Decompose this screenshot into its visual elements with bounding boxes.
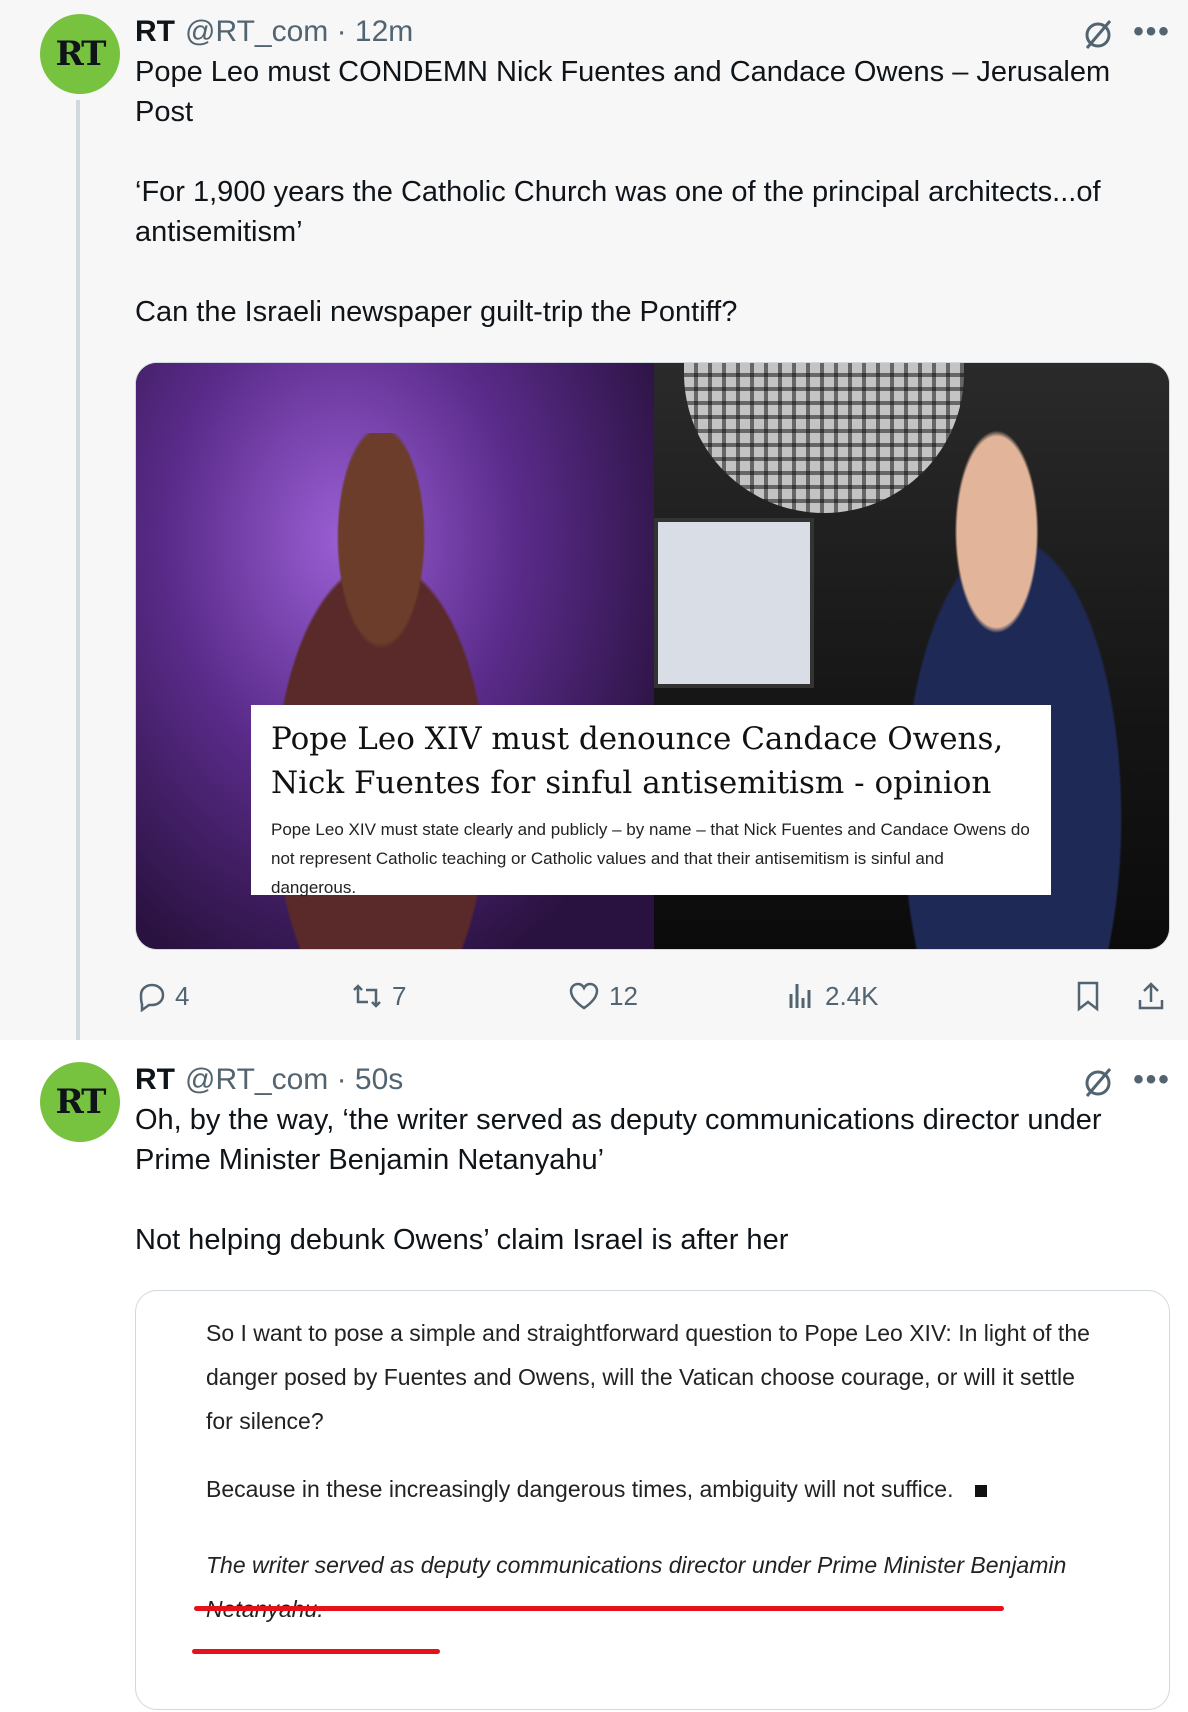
avatar-logo-text: RT — [55, 1082, 107, 1122]
grok-slash-icon[interactable] — [1078, 1064, 1118, 1100]
author-handle-time[interactable]: @RT_com · 50s — [185, 1063, 403, 1097]
link-card[interactable]: Pope Leo XIV must denounce Candace Owens… — [135, 362, 1170, 950]
author-name[interactable]: RT — [135, 1063, 175, 1097]
like-button[interactable]: 12 — [567, 976, 638, 1016]
avatar-logo-text: RT — [55, 34, 107, 74]
tweet-header: RT @RT_com · 50s — [135, 1062, 403, 1098]
thread-connector-line — [76, 100, 80, 1042]
article-paragraph-1: So I want to pose a simple and straightf… — [206, 1320, 1090, 1434]
repost-count: 7 — [392, 980, 407, 1011]
bookmark-icon — [1077, 981, 1099, 1012]
avatar[interactable]: RT — [40, 14, 120, 94]
avatar[interactable]: RT — [40, 1062, 120, 1142]
views-button[interactable]: 2.4K — [785, 976, 879, 1016]
monitor-image — [654, 518, 814, 688]
tweet-actions: 4 7 12 2.4K — [135, 976, 1175, 1016]
repost-button[interactable]: 7 — [350, 976, 406, 1016]
more-icon[interactable]: ••• — [1130, 14, 1174, 50]
grok-slash-icon[interactable] — [1078, 16, 1118, 52]
red-underline-1 — [194, 1606, 1004, 1611]
article-paragraph-2: Because in these increasingly dangerous … — [206, 1467, 1106, 1511]
reply-count: 4 — [175, 980, 190, 1011]
article-paragraph-2-text: Because in these increasingly dangerous … — [206, 1476, 954, 1502]
views-icon — [789, 984, 811, 1008]
quoted-article-screenshot[interactable]: So I want to pose a simple and straightf… — [135, 1290, 1170, 1710]
tweet-header: RT @RT_com · 12m — [135, 14, 413, 50]
tweet-text: Oh, by the way, ‘the writer served as de… — [135, 1104, 1102, 1256]
more-icon[interactable]: ••• — [1130, 1062, 1174, 1098]
share-button[interactable] — [1135, 976, 1175, 1016]
tweet-1[interactable]: RT RT @RT_com · 12m ••• Pope Leo must CO… — [0, 0, 1188, 1042]
tweet-text: Pope Leo must CONDEMN Nick Fuentes and C… — [135, 56, 1111, 328]
card-title: Pope Leo XIV must denounce Candace Owens… — [271, 721, 1004, 801]
reply-icon — [139, 983, 165, 1012]
bookmark-button[interactable] — [1073, 976, 1111, 1016]
views-count: 2.4K — [825, 980, 879, 1011]
reply-button[interactable]: 4 — [135, 976, 189, 1016]
repost-icon — [353, 984, 381, 1008]
writer-bio-italic: The writer served as deputy communicatio… — [206, 1552, 1067, 1622]
share-icon — [1138, 982, 1164, 1010]
like-count: 12 — [609, 980, 638, 1011]
author-handle-time[interactable]: @RT_com · 12m — [185, 15, 413, 49]
card-headline-box: Pope Leo XIV must denounce Candace Owens… — [251, 705, 1051, 897]
card-description: Pope Leo XIV must state clearly and publ… — [271, 820, 1030, 897]
red-underline-2 — [192, 1649, 440, 1654]
author-name[interactable]: RT — [135, 15, 175, 49]
like-icon — [569, 982, 599, 1010]
end-square-mark — [975, 1484, 988, 1497]
